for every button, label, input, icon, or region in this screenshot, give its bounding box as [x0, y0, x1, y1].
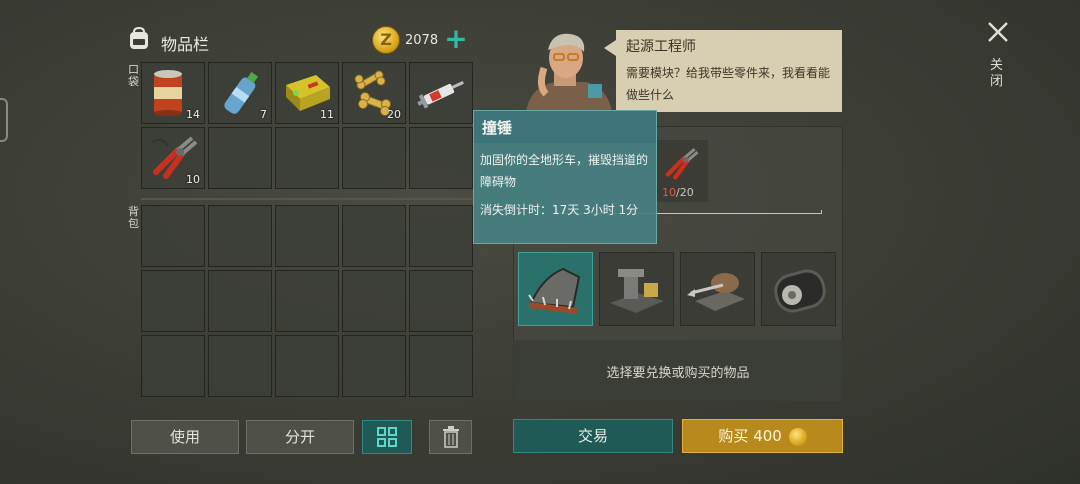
item-quantity: 10: [186, 173, 200, 186]
backpack-label: 背包: [128, 205, 139, 230]
inventory-slot[interactable]: [141, 335, 205, 397]
npc-dialog: 需要模块？给我带些零件来，我看看能做些什么: [626, 66, 831, 102]
use-button[interactable]: 使用: [131, 420, 239, 454]
inventory-slot[interactable]: [141, 205, 205, 267]
inventory-slot[interactable]: [208, 205, 272, 267]
backpack-grid: [141, 205, 473, 397]
tracks-icon: [774, 269, 826, 313]
ram-bumper-icon: [528, 267, 581, 314]
inventory-slot[interactable]: [342, 127, 406, 189]
item-quantity: 11: [320, 108, 334, 121]
coin-balance: 2078: [405, 33, 439, 48]
close-icon[interactable]: [986, 20, 1010, 44]
side-tab-handle[interactable]: [0, 98, 8, 142]
inventory-slot[interactable]: [342, 205, 406, 267]
selection-hint-panel: 选择要兑换或购买的物品: [513, 340, 843, 402]
upgrade-ram-bumper[interactable]: [518, 252, 593, 326]
delete-button[interactable]: [429, 420, 472, 454]
pocket-label: 口袋: [128, 63, 139, 88]
buy-button[interactable]: 购买 400: [682, 419, 843, 453]
trade-button[interactable]: 交易: [513, 419, 673, 453]
inventory-slot[interactable]: [409, 127, 473, 189]
speech-tail: [604, 40, 616, 56]
inventory-title: 物品栏: [161, 35, 210, 54]
split-button[interactable]: 分开: [246, 420, 354, 454]
item-quantity: 7: [260, 108, 267, 121]
upgrade-tracks[interactable]: [761, 252, 836, 326]
inventory-slot[interactable]: [208, 127, 272, 189]
inventory-slot[interactable]: 14: [141, 62, 205, 124]
inventory-slot[interactable]: [409, 335, 473, 397]
inventory-header: 物品栏 Z 2078 +: [126, 24, 472, 58]
required-count: 10/20: [662, 186, 694, 199]
vise-icon: [610, 269, 664, 313]
item-tooltip: 撞锤 加固你的全地形车，摧毁挡道的障碍物 消失倒计时：17天 3小时 1分: [473, 110, 657, 244]
inventory-slot[interactable]: 10: [141, 127, 205, 189]
inventory-slot[interactable]: [208, 335, 272, 397]
inventory-slot[interactable]: 11: [275, 62, 339, 124]
pocket-grid: 14 7 11 20 10: [141, 62, 473, 189]
inventory-slot[interactable]: 20: [342, 62, 406, 124]
npc-name: 起源工程师: [626, 39, 696, 55]
canned-food-icon: [154, 70, 182, 116]
inventory-slot[interactable]: [409, 270, 473, 332]
item-quantity: 14: [186, 108, 200, 121]
npc-speech-bubble: 起源工程师 需要模块？给我带些零件来，我看看能做些什么: [604, 30, 842, 112]
required-have: 10: [662, 186, 676, 199]
inventory-slot[interactable]: [342, 270, 406, 332]
inventory-slot[interactable]: [275, 270, 339, 332]
buy-label: 购买: [718, 427, 749, 445]
harpoon-icon: [687, 273, 745, 311]
inventory-slot[interactable]: [275, 205, 339, 267]
inventory-slot[interactable]: [409, 62, 473, 124]
upgrade-harpoon[interactable]: [680, 252, 755, 326]
grid-icon: [377, 427, 397, 447]
close-label[interactable]: 关闭: [990, 58, 1006, 90]
backpack-icon: [130, 26, 148, 49]
inventory-slot[interactable]: [208, 270, 272, 332]
item-quantity: 20: [387, 108, 401, 121]
sort-grid-button[interactable]: [362, 420, 412, 454]
inventory-slot[interactable]: [409, 205, 473, 267]
tooltip-description: 加固你的全地形车，摧毁挡道的障碍物: [480, 153, 649, 189]
required-need: /20: [676, 186, 694, 199]
inventory-slot[interactable]: [342, 335, 406, 397]
section-divider: [141, 198, 472, 200]
inventory-slot[interactable]: 7: [208, 62, 272, 124]
tooltip-timer: 消失倒计时：17天 3小时 1分: [480, 203, 639, 217]
upgrade-vise[interactable]: [599, 252, 674, 326]
coin-icon: Z: [372, 26, 400, 54]
syringe-icon: [417, 80, 464, 109]
pliers-icon: [665, 148, 699, 180]
inventory-slot[interactable]: [141, 270, 205, 332]
coin-icon: [788, 427, 807, 446]
buy-price: 400: [753, 427, 782, 445]
inventory-slot[interactable]: [275, 127, 339, 189]
trash-icon: [442, 426, 459, 448]
engineer-avatar: [526, 33, 612, 112]
inventory-slot[interactable]: [275, 335, 339, 397]
selection-hint: 选择要兑换或购买的物品: [606, 366, 750, 381]
add-coins-button[interactable]: +: [444, 25, 468, 53]
tooltip-title: 撞锤: [474, 111, 656, 143]
